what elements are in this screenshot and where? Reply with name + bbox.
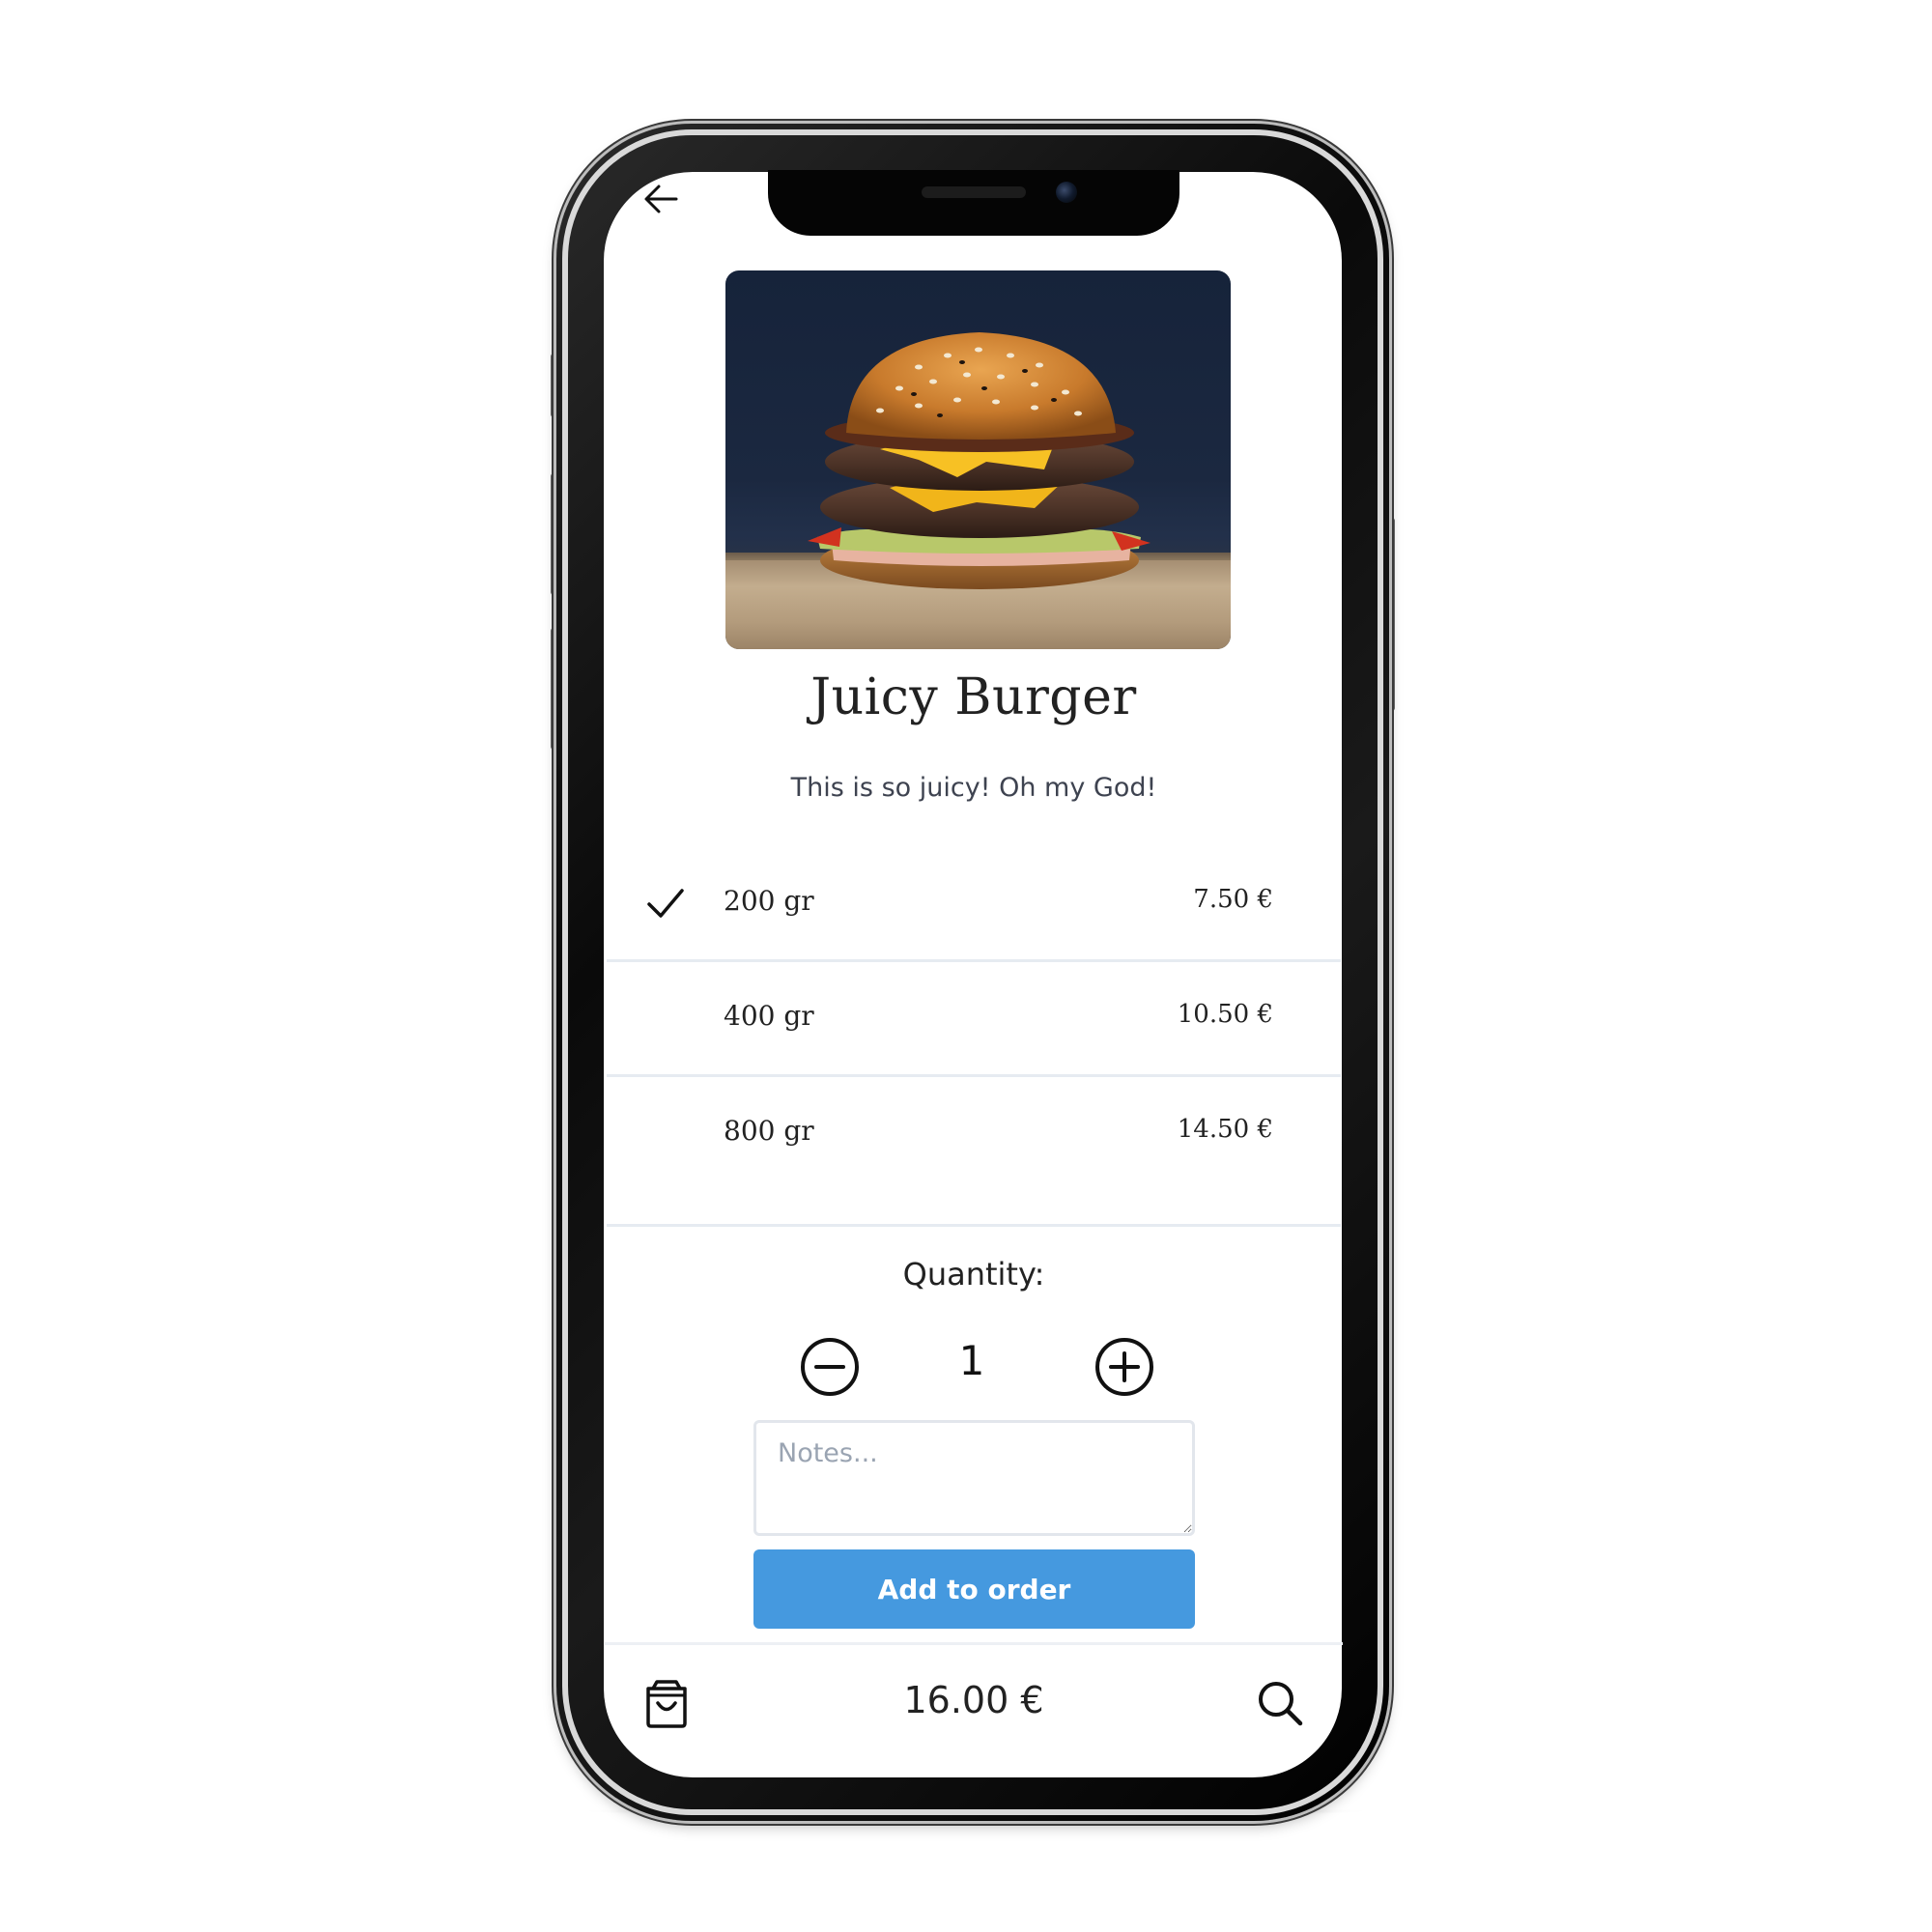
phone-speaker	[922, 186, 1026, 198]
add-to-order-button[interactable]: Add to order	[753, 1549, 1195, 1629]
quantity-value: 1	[958, 1337, 985, 1384]
option-row-400gr[interactable]: 400 gr 10.50 €	[607, 965, 1341, 1077]
phone-notch	[768, 170, 1179, 236]
burger-illustration	[808, 332, 1151, 589]
option-size: 200 gr	[724, 885, 814, 917]
decrease-quantity-button[interactable]	[798, 1335, 862, 1399]
product-title: Juicy Burger	[810, 668, 1137, 726]
search-icon[interactable]	[1256, 1679, 1304, 1727]
phone-camera	[1056, 182, 1077, 203]
notes-field[interactable]	[753, 1420, 1195, 1536]
back-arrow-icon[interactable]	[641, 180, 680, 218]
option-row-200gr[interactable]: 200 gr 7.50 €	[607, 850, 1341, 962]
quantity-label: Quantity:	[902, 1256, 1045, 1293]
option-price: 10.50 €	[1177, 1000, 1273, 1029]
option-price: 7.50 €	[1193, 885, 1273, 914]
stage: Juicy Burger This is so juicy! Oh my God…	[0, 0, 1932, 1932]
option-row-800gr[interactable]: 800 gr 14.50 €	[607, 1080, 1341, 1227]
product-description: This is so juicy! Oh my God!	[790, 773, 1157, 803]
bottom-bar-divider	[605, 1642, 1343, 1645]
option-price: 14.50 €	[1177, 1115, 1273, 1144]
shopping-bag-icon[interactable]	[643, 1679, 690, 1729]
product-image	[725, 270, 1231, 649]
checkmark-icon	[647, 889, 684, 918]
option-size: 400 gr	[724, 1000, 814, 1032]
increase-quantity-button[interactable]	[1093, 1335, 1156, 1399]
option-size: 800 gr	[724, 1115, 814, 1147]
